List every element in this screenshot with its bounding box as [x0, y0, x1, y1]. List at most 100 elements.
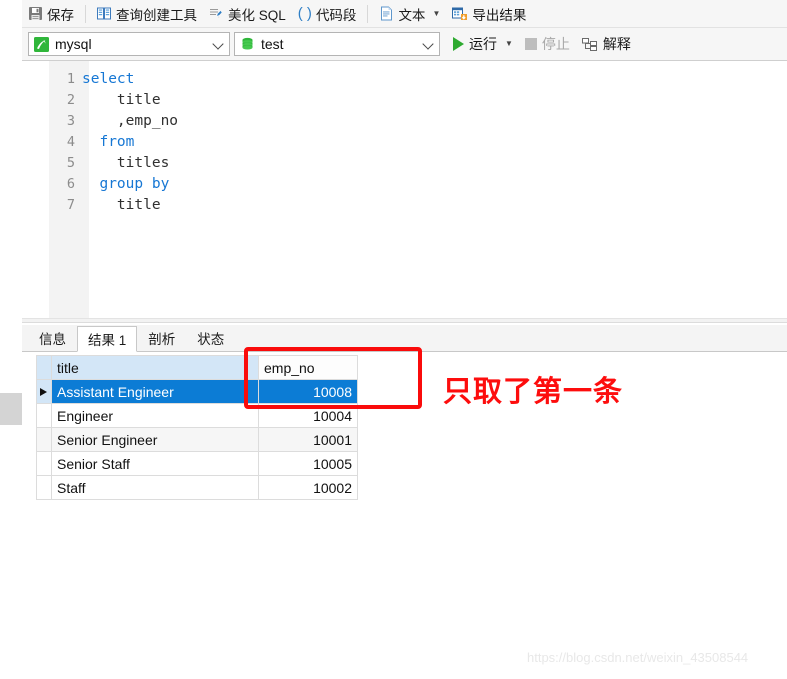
cell-title[interactable]: Senior Staff: [51, 451, 259, 476]
cell-emp-no[interactable]: 10004: [258, 403, 358, 428]
chevron-down-icon[interactable]: ▼: [432, 9, 440, 18]
play-icon: [453, 37, 464, 51]
query-builder-button[interactable]: 查询创建工具: [91, 2, 203, 26]
cell-title[interactable]: Engineer: [51, 403, 259, 428]
column-header-emp-no[interactable]: emp_no: [258, 355, 358, 380]
cell-emp-no[interactable]: 10002: [258, 475, 358, 500]
result-tabs: 信息 结果 1 剖析 状态: [22, 325, 787, 352]
tab-label: 信息: [39, 332, 66, 347]
run-button[interactable]: 运行 ▼: [448, 32, 518, 56]
tab-info[interactable]: 信息: [28, 325, 77, 351]
result-grid[interactable]: title emp_no Assistant Engineer 10008 En…: [36, 355, 358, 500]
table-row[interactable]: Assistant Engineer 10008: [36, 379, 358, 404]
connection-select[interactable]: mysql: [28, 32, 230, 56]
cell-emp-no[interactable]: 10001: [258, 427, 358, 452]
code-line: 3 ,emp_no: [22, 111, 787, 132]
line-number: 5: [66, 155, 75, 171]
table-row[interactable]: Staff 10002: [36, 475, 358, 500]
export-result-icon: [452, 6, 468, 21]
code-line: 2 title: [22, 90, 787, 111]
chevron-down-icon[interactable]: ▼: [505, 40, 513, 48]
line-number: 2: [66, 92, 75, 108]
text-icon: [379, 6, 394, 21]
explain-icon: [581, 37, 598, 52]
sql-editor-window: 保存 查询创建工具 美化 SQL () 代码段 文本 ▼ 导出结果 mysql…: [22, 0, 787, 679]
code-text: ,emp_no: [116, 113, 179, 129]
code-text: title: [116, 197, 161, 213]
app-root: 保存 查询创建工具 美化 SQL () 代码段 文本 ▼ 导出结果 mysql…: [0, 0, 787, 679]
horizontal-splitter[interactable]: [22, 318, 787, 323]
chevron-down-icon[interactable]: [423, 38, 435, 50]
cell-emp-no[interactable]: 10008: [258, 379, 358, 404]
export-result-label: 导出结果: [472, 7, 527, 23]
execution-controls: 运行 ▼ 停止 解释: [448, 32, 636, 56]
chevron-down-icon[interactable]: [213, 38, 225, 50]
query-builder-icon: [97, 6, 112, 21]
parentheses-icon: ( ): [297, 5, 312, 22]
database-value: test: [261, 36, 284, 52]
stop-label: 停止: [541, 36, 570, 52]
code-area[interactable]: 1 select 2 title 3 ,emp_no 4 from 5 titl…: [22, 69, 787, 216]
row-selector-cell[interactable]: [36, 475, 52, 500]
tab-status[interactable]: 状态: [186, 325, 236, 351]
stop-icon: [524, 38, 537, 50]
table-row[interactable]: Senior Staff 10005: [36, 451, 358, 476]
mysql-icon: [34, 36, 49, 52]
table-row[interactable]: Senior Engineer 10001: [36, 427, 358, 452]
tab-label: 剖析: [148, 332, 176, 347]
code-snippet-label: 代码段: [315, 7, 357, 23]
row-selector-cell[interactable]: [36, 427, 52, 452]
database-select[interactable]: test: [234, 32, 440, 56]
code-line: 5 titles: [22, 153, 787, 174]
code-snippet-button[interactable]: ( ) 代码段: [292, 2, 363, 26]
tab-label: 状态: [197, 332, 225, 347]
beautify-sql-button[interactable]: 美化 SQL: [203, 2, 292, 26]
toolbar-separator-1: [85, 4, 86, 23]
line-number: 7: [66, 197, 75, 213]
text-format-button[interactable]: 文本 ▼: [373, 2, 446, 26]
row-selector-cell[interactable]: [36, 451, 52, 476]
code-text: select: [82, 71, 135, 87]
code-text: from: [99, 134, 135, 150]
line-number: 6: [66, 176, 75, 192]
column-header-title[interactable]: title: [51, 355, 259, 380]
save-button[interactable]: 保存: [22, 2, 80, 26]
connection-toolbar: mysql test 运行 ▼ 停止 解释: [22, 28, 787, 61]
code-line: 1 select: [22, 69, 787, 90]
code-line: 6 group by: [22, 174, 787, 195]
line-number: 4: [66, 134, 75, 150]
export-result-button[interactable]: 导出结果: [446, 2, 532, 26]
beautify-sql-icon: [209, 6, 224, 21]
sql-editor[interactable]: 1 select 2 title 3 ,emp_no 4 from 5 titl…: [22, 61, 787, 318]
cell-title[interactable]: Assistant Engineer: [51, 379, 259, 404]
left-panel-handle[interactable]: [0, 393, 22, 425]
main-toolbar: 保存 查询创建工具 美化 SQL () 代码段 文本 ▼ 导出结果: [22, 0, 787, 28]
grid-header-row: title emp_no: [36, 355, 358, 380]
stop-button: 停止: [520, 32, 575, 56]
cell-emp-no[interactable]: 10005: [258, 451, 358, 476]
connection-value: mysql: [55, 36, 92, 52]
explain-label: 解释: [602, 36, 631, 52]
cell-title[interactable]: Staff: [51, 475, 259, 500]
watermark: https://blog.csdn.net/weixin_43508544: [527, 650, 749, 665]
line-number: 3: [66, 113, 75, 129]
save-icon: [28, 6, 43, 21]
tab-profile[interactable]: 剖析: [137, 325, 187, 351]
result-grid-panel: title emp_no Assistant Engineer 10008 En…: [22, 352, 787, 679]
cell-title[interactable]: Senior Engineer: [51, 427, 259, 452]
run-label: 运行: [469, 36, 497, 52]
tab-result-1[interactable]: 结果 1: [77, 326, 138, 352]
save-label: 保存: [47, 7, 74, 23]
query-builder-label: 查询创建工具: [116, 7, 197, 23]
row-selector-cell[interactable]: [36, 379, 52, 404]
table-row[interactable]: Engineer 10004: [36, 403, 358, 428]
explain-button[interactable]: 解释: [577, 32, 636, 56]
database-icon: [240, 37, 255, 52]
row-selector-cell[interactable]: [36, 403, 52, 428]
beautify-sql-label: 美化 SQL: [228, 7, 286, 23]
